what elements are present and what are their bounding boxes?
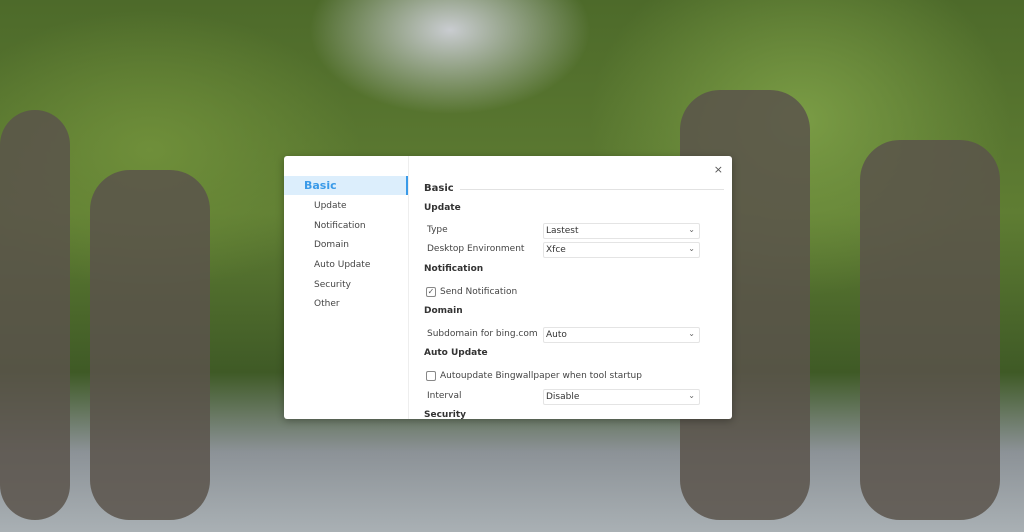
type-value: Lastest	[546, 226, 579, 236]
background-statue	[860, 140, 1000, 520]
sidebar-item-auto-update[interactable]: Auto Update	[314, 260, 370, 270]
chevron-down-icon: ⌄	[688, 244, 695, 253]
background-statue	[0, 110, 70, 520]
sidebar-item-notification[interactable]: Notification	[314, 221, 366, 231]
section-heading-auto-update: Auto Update	[424, 348, 488, 358]
sidebar-item-update[interactable]: Update	[314, 201, 347, 211]
subdomain-label: Subdomain for bing.com	[427, 329, 538, 339]
sidebar-item-other[interactable]: Other	[314, 299, 340, 309]
section-heading-domain: Domain	[424, 306, 463, 316]
settings-dialog: × Basic Update Notification Domain Auto …	[284, 156, 732, 419]
autoupdate-label: Autoupdate Bingwallpaper when tool start…	[440, 371, 642, 381]
sidebar: Basic Update Notification Domain Auto Up…	[284, 156, 409, 419]
desktop-environment-value: Xfce	[546, 245, 566, 255]
chevron-down-icon: ⌄	[688, 391, 695, 400]
sidebar-item-basic[interactable]: Basic	[284, 176, 408, 195]
type-select[interactable]: Lastest ⌄	[543, 223, 700, 239]
chevron-down-icon: ⌄	[688, 329, 695, 338]
autoupdate-checkbox[interactable]	[426, 371, 436, 381]
sidebar-item-security[interactable]: Security	[314, 280, 351, 290]
send-notification-label: Send Notification	[440, 287, 518, 297]
settings-content: Basic Update Type Lastest ⌄ Desktop Envir…	[424, 156, 732, 419]
subdomain-value: Auto	[546, 330, 567, 340]
interval-value: Disable	[546, 392, 580, 402]
section-heading-security: Security	[424, 410, 467, 419]
interval-label: Interval	[427, 391, 462, 401]
divider	[460, 189, 724, 190]
page-title: Basic	[424, 183, 454, 194]
desktop-environment-label: Desktop Environment	[427, 244, 525, 254]
send-notification-checkbox[interactable]: ✓	[426, 287, 436, 297]
chevron-down-icon: ⌄	[688, 225, 695, 234]
interval-select[interactable]: Disable ⌄	[543, 389, 700, 405]
subdomain-select[interactable]: Auto ⌄	[543, 327, 700, 343]
sidebar-item-domain[interactable]: Domain	[314, 240, 349, 250]
section-heading-update: Update	[424, 203, 461, 213]
desktop-environment-select[interactable]: Xfce ⌄	[543, 242, 700, 258]
background-statue	[90, 170, 210, 520]
type-label: Type	[427, 225, 448, 235]
section-heading-notification: Notification	[424, 264, 484, 274]
